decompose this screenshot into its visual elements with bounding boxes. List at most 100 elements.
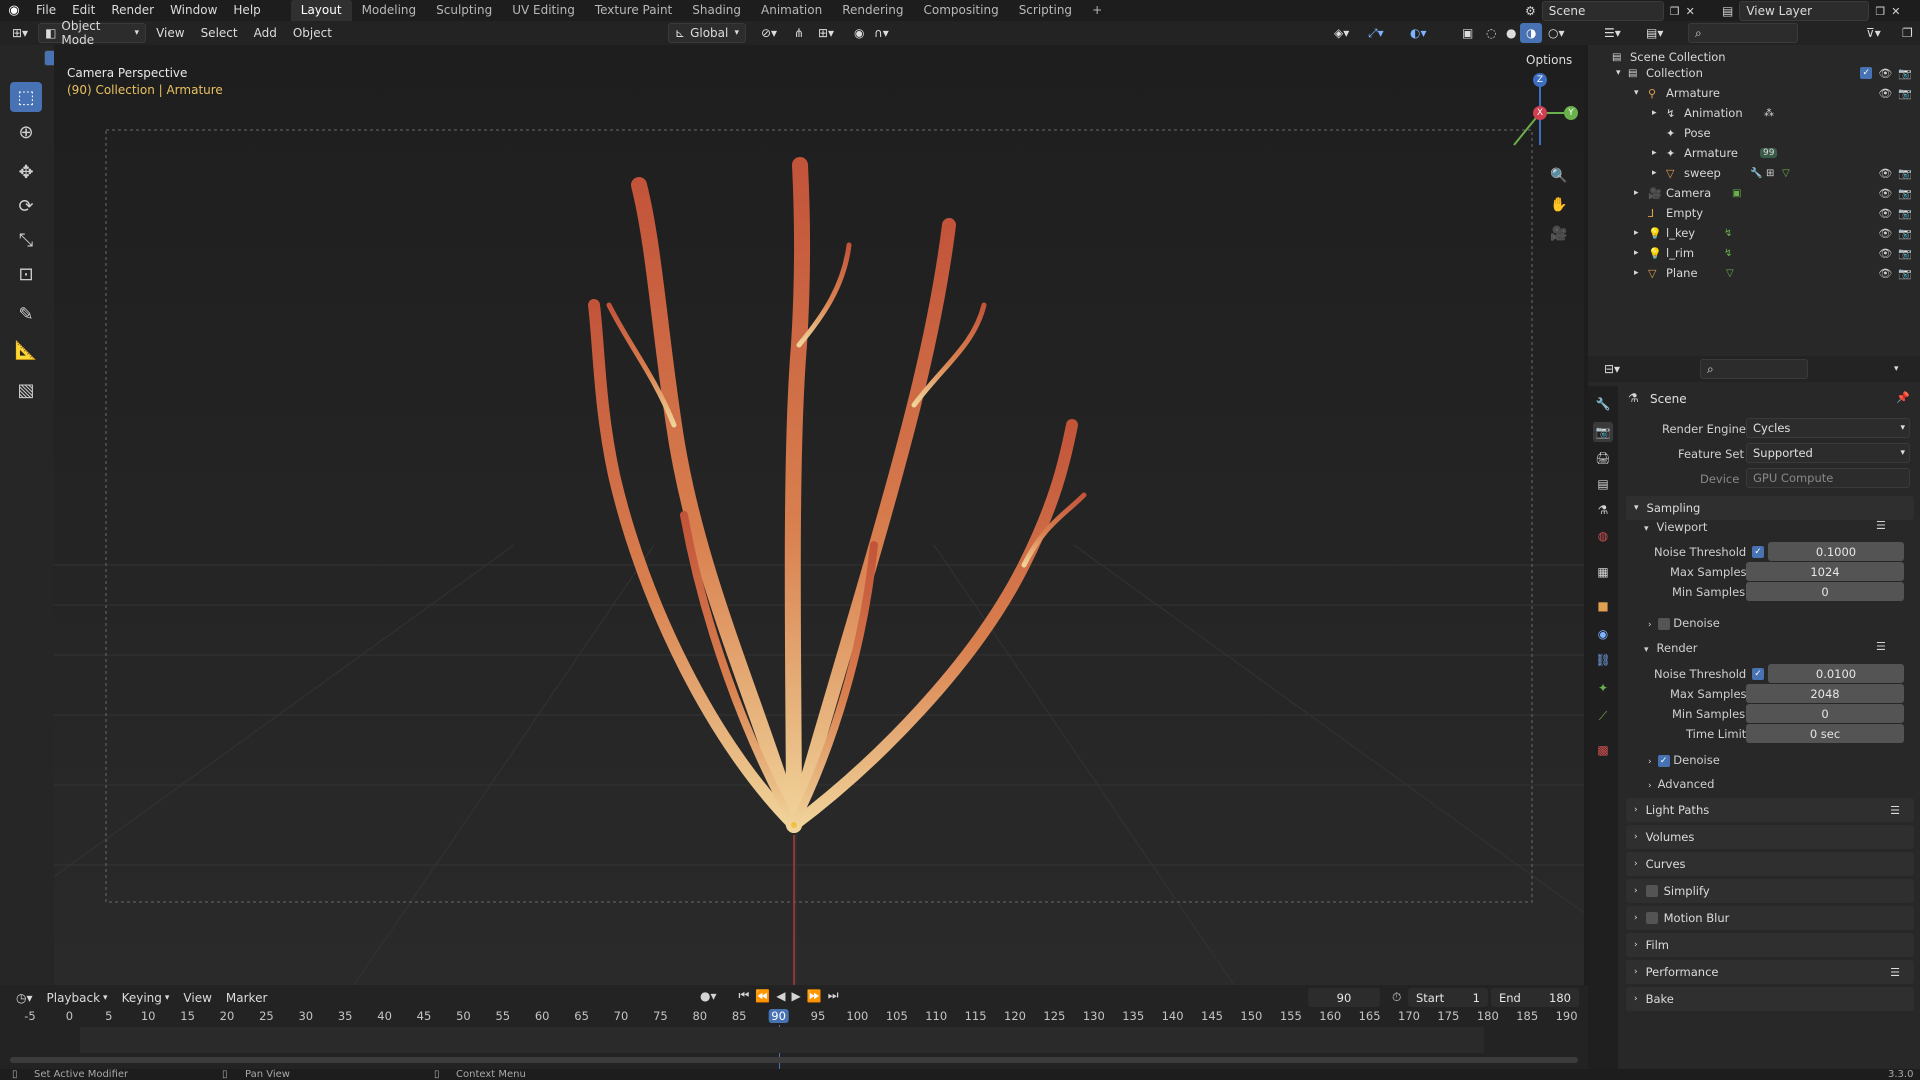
outliner-row-armature-data[interactable]: ▸ ✦ Armature 99	[1588, 143, 1920, 163]
filter-icon[interactable]: ⊽▾	[1860, 23, 1887, 43]
camera-render-icon[interactable]: 📷	[1898, 267, 1912, 280]
move-tool-icon[interactable]: ✥	[10, 157, 42, 187]
outliner-row-animation[interactable]: ▸ ↯ Animation ⁂	[1588, 103, 1920, 123]
tab-modeling[interactable]: Modeling	[352, 0, 427, 21]
volumes-section-header[interactable]: › Volumes	[1626, 825, 1914, 849]
zoom-icon[interactable]: 🔍	[1550, 168, 1567, 184]
material-shading-icon[interactable]: ◑	[1520, 23, 1543, 43]
expand-arrow-icon[interactable]: ▸	[1634, 248, 1639, 258]
rendered-shading-icon[interactable]: ○▾	[1542, 23, 1571, 43]
expand-arrow-icon[interactable]: ▸	[1634, 268, 1639, 278]
motion-blur-section-header[interactable]: › Motion Blur	[1626, 906, 1914, 930]
new-scene-icon[interactable]: ❐	[1670, 5, 1680, 18]
render-min-samples-field[interactable]: 0	[1746, 704, 1904, 723]
properties-editor-icon[interactable]: ⊟▾	[1598, 359, 1626, 379]
viewport-denoise-row[interactable]: › Denoise	[1648, 616, 1720, 630]
delete-view-layer-icon[interactable]: ✕	[1891, 5, 1900, 18]
tab-scripting[interactable]: Scripting	[1009, 0, 1082, 21]
render-noise-threshold-field[interactable]: 0.0100	[1768, 664, 1904, 683]
properties-search-input[interactable]: ⌕	[1700, 359, 1808, 379]
viewport-noise-threshold-field[interactable]: 0.1000	[1768, 542, 1904, 561]
render-denoise-row[interactable]: › ✓ Denoise	[1648, 753, 1720, 767]
menu-view[interactable]: View	[150, 23, 190, 43]
eye-icon[interactable]: 👁	[1878, 267, 1892, 280]
list-icon[interactable]: ☰	[1876, 519, 1886, 532]
performance-section-header[interactable]: › Performance ☰	[1626, 960, 1914, 984]
camera-render-icon[interactable]: 📷	[1898, 247, 1912, 260]
navigation-gizmo[interactable]: Z X Y	[1494, 67, 1584, 157]
collection-tab-icon[interactable]: ▦	[1593, 562, 1613, 582]
3d-viewport[interactable]: Camera Perspective (90) Collection | Arm…	[54, 45, 1584, 985]
snap-target-icon[interactable]: ⊞▾	[812, 23, 840, 43]
output-tab-icon[interactable]: 🖨	[1593, 448, 1613, 468]
expand-arrow-icon[interactable]: ▸	[1652, 168, 1657, 178]
options-chevron-icon[interactable]: ▾	[1888, 359, 1905, 379]
outliner-search-input[interactable]: ⌕	[1688, 23, 1798, 43]
annotate-tool-icon[interactable]: ✎	[10, 299, 42, 329]
viewport-denoise-checkbox[interactable]	[1657, 617, 1670, 630]
outliner-row-armature[interactable]: ▾ ⚲ Armature 👁 📷	[1588, 83, 1920, 103]
render-engine-dropdown[interactable]: Cycles ▾	[1746, 418, 1910, 438]
viewport-max-samples-field[interactable]: 1024	[1746, 562, 1904, 581]
viewport-subpanel-header[interactable]: ▾ Viewport	[1644, 520, 1707, 534]
camera-render-icon[interactable]: 📷	[1898, 207, 1912, 220]
render-subpanel-header[interactable]: ▾ Render	[1644, 641, 1697, 655]
render-noise-threshold-checkbox[interactable]: ✓	[1752, 668, 1764, 680]
viewport-noise-threshold-checkbox[interactable]: ✓	[1752, 546, 1764, 558]
feature-set-dropdown[interactable]: Supported ▾	[1746, 443, 1910, 463]
expand-arrow-icon[interactable]: ▸	[1634, 188, 1639, 198]
outliner-row-l-rim[interactable]: ▸ 💡 l_rim ↯ 👁 📷	[1588, 243, 1920, 263]
outliner-row-l-key[interactable]: ▸ 💡 l_key ↯ 👁 📷	[1588, 223, 1920, 243]
expand-arrow-icon[interactable]: ▸	[1634, 228, 1639, 238]
scene-tab-icon[interactable]: ⚗	[1593, 500, 1613, 520]
eye-icon[interactable]: 👁	[1878, 87, 1892, 100]
tab-texture-paint[interactable]: Texture Paint	[585, 0, 682, 21]
camera-render-icon[interactable]: 📷	[1898, 167, 1912, 180]
constraints-tab-icon[interactable]: ⛓	[1593, 650, 1613, 670]
outliner-row-sweep[interactable]: ▸ ▽ sweep 🔧 ⊞ ▽ 👁 📷	[1588, 163, 1920, 183]
mode-selector[interactable]: ◧ Object Mode ▾	[38, 19, 147, 47]
new-collection-icon[interactable]: ❐	[1896, 23, 1919, 43]
sampling-section-header[interactable]: ▾ Sampling	[1626, 496, 1914, 520]
camera-view-icon[interactable]: 🎥	[1550, 226, 1567, 242]
render-denoise-checkbox[interactable]: ✓	[1657, 754, 1670, 767]
film-section-header[interactable]: › Film	[1626, 933, 1914, 957]
outliner-row-collection[interactable]: ▾ ▤ Collection ✓ 👁 📷	[1588, 63, 1920, 83]
bake-section-header[interactable]: › Bake	[1626, 987, 1914, 1011]
tool-tab-icon[interactable]: 🔧	[1593, 394, 1613, 414]
device-dropdown[interactable]: GPU Compute	[1746, 468, 1910, 488]
xray-icon[interactable]: ▣	[1456, 23, 1479, 43]
eye-icon[interactable]: 👁	[1878, 67, 1892, 80]
outliner-row-plane[interactable]: ▸ ▽ Plane ▽ 👁 📷	[1588, 263, 1920, 283]
camera-render-icon[interactable]: 📷	[1898, 227, 1912, 240]
tab-rendering[interactable]: Rendering	[832, 0, 913, 21]
list-icon[interactable]: ☰	[1876, 640, 1886, 653]
eye-icon[interactable]: 👁	[1878, 207, 1892, 220]
expand-arrow-icon[interactable]: ▸	[1652, 148, 1657, 158]
simplify-section-header[interactable]: › Simplify	[1626, 879, 1914, 903]
outliner-row-camera[interactable]: ▸ 🎥 Camera ▣ 👁 📷	[1588, 183, 1920, 203]
render-max-samples-field[interactable]: 2048	[1746, 684, 1904, 703]
snap-icon[interactable]: ⋔	[788, 23, 810, 43]
menu-object[interactable]: Object	[287, 23, 338, 43]
texture-tab-icon[interactable]: ▩	[1593, 740, 1613, 760]
rotate-tool-icon[interactable]: ⟳	[10, 191, 42, 221]
tab-shading[interactable]: Shading	[682, 0, 751, 21]
list-icon[interactable]: ☰	[1890, 804, 1900, 817]
menu-select[interactable]: Select	[195, 23, 244, 43]
falloff-icon[interactable]: ∩▾	[868, 23, 895, 43]
outliner-row-empty[interactable]: ⅃ Empty 👁 📷	[1588, 203, 1920, 223]
camera-render-icon[interactable]: 📷	[1898, 187, 1912, 200]
expand-arrow-icon[interactable]: ▾	[1634, 88, 1639, 98]
view-layer-tab-icon[interactable]: ▤	[1593, 474, 1613, 494]
scene-selector[interactable]: Scene	[1541, 1, 1664, 21]
cursor-tool-icon[interactable]: ⊕	[10, 117, 42, 147]
transform-tool-icon[interactable]: ⊡	[10, 259, 42, 289]
curves-section-header[interactable]: › Curves	[1626, 852, 1914, 876]
world-tab-icon[interactable]: ◍	[1593, 526, 1613, 546]
add-workspace-button[interactable]: +	[1082, 0, 1112, 21]
tab-uv-editing[interactable]: UV Editing	[502, 0, 585, 21]
pan-hand-icon[interactable]: ✋	[1550, 197, 1567, 213]
transform-orientation-dropdown[interactable]: ⊾ Global ▾	[668, 23, 746, 43]
view-layer-selector[interactable]: View Layer	[1739, 1, 1870, 21]
